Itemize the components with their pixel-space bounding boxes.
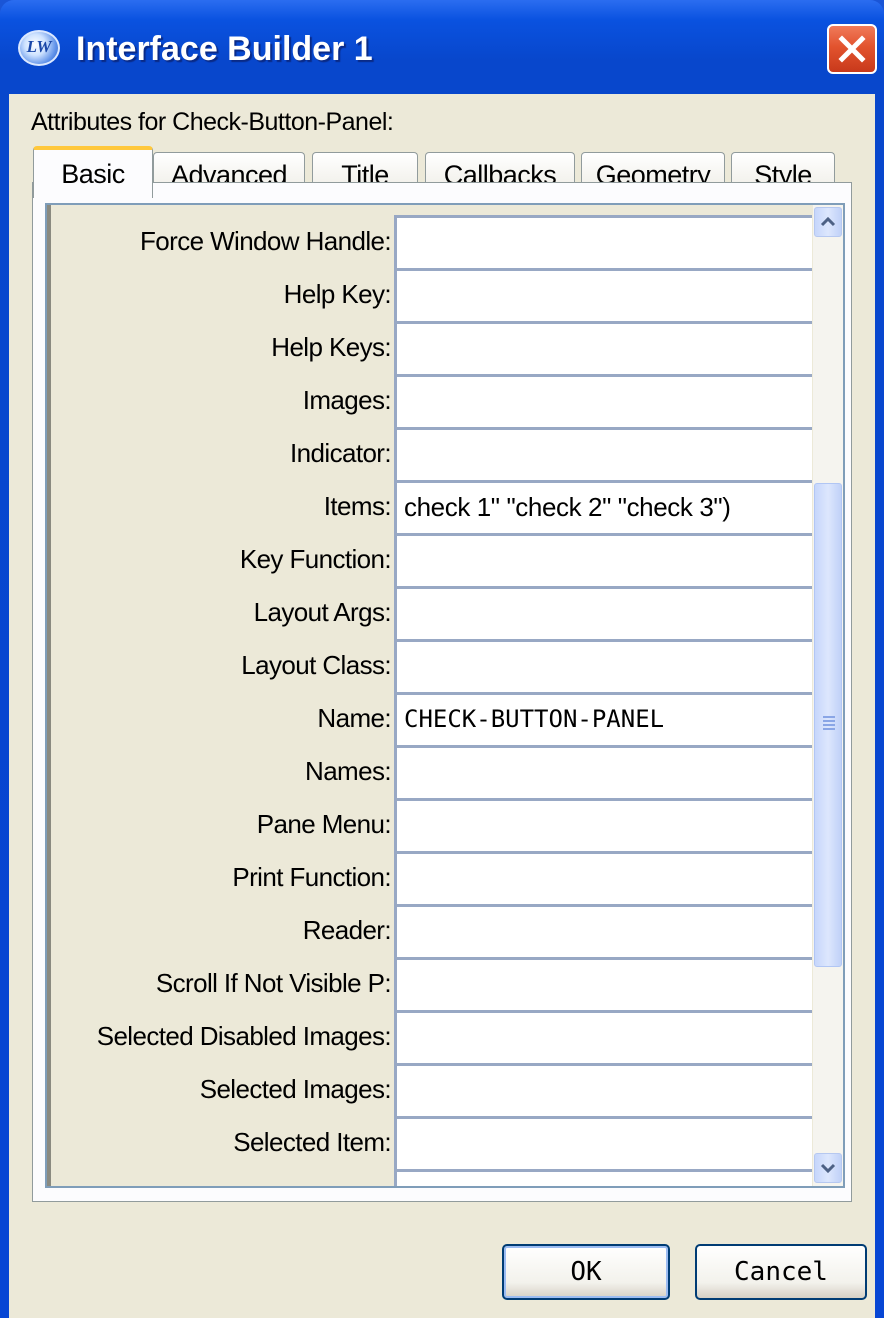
ok-button[interactable]: OK bbox=[502, 1244, 670, 1300]
attribute-value-field[interactable] bbox=[394, 374, 812, 427]
attribute-row-names: Names: bbox=[51, 745, 813, 798]
attribute-row-selected-disabled-images: Selected Disabled Images: bbox=[51, 1010, 813, 1063]
scroll-down-button[interactable] bbox=[814, 1153, 842, 1183]
attribute-label: Items: bbox=[323, 491, 392, 521]
attribute-value-field[interactable] bbox=[394, 215, 812, 268]
attribute-label: Help Keys: bbox=[271, 332, 391, 362]
attribute-value-field[interactable] bbox=[394, 798, 812, 851]
scroll-thumb[interactable] bbox=[814, 483, 842, 967]
attribute-value-field[interactable]: CHECK-BUTTON-PANEL bbox=[394, 692, 812, 745]
attribute-label: Print Function: bbox=[232, 862, 391, 892]
vertical-scrollbar[interactable] bbox=[813, 205, 843, 1186]
attribute-row-help-key: Help Key: bbox=[51, 268, 813, 321]
attribute-row-scroll-if-not-visible: Scroll If Not Visible P: bbox=[51, 957, 813, 1010]
dialog-window: LW Interface Builder 1 Attributes for Ch… bbox=[0, 0, 884, 1318]
attribute-label: Key Function: bbox=[239, 544, 392, 574]
attribute-row-layout-class: Layout Class: bbox=[51, 639, 813, 692]
attribute-row-selected-item: Selected Item: bbox=[51, 1116, 813, 1169]
attribute-label: Images: bbox=[302, 385, 392, 415]
attribute-value-field[interactable] bbox=[394, 639, 812, 692]
attribute-label: Pane Menu: bbox=[256, 809, 392, 839]
chevron-up-icon bbox=[820, 216, 836, 227]
attribute-value-field[interactable] bbox=[394, 1010, 812, 1063]
attribute-row-indicator: Indicator: bbox=[51, 427, 813, 480]
attribute-row-pane-menu: Pane Menu: bbox=[51, 798, 813, 851]
attribute-label: Layout Args: bbox=[253, 597, 392, 627]
window-title: Interface Builder 1 bbox=[76, 30, 373, 68]
attributes-list: Force Window Handle: Help Key: Help Keys… bbox=[45, 203, 845, 1188]
attribute-value-field[interactable] bbox=[394, 745, 812, 798]
attribute-label: Selected Disabled Images: bbox=[96, 1021, 392, 1051]
attribute-value-field[interactable] bbox=[394, 1063, 812, 1116]
attribute-row-images: Images: bbox=[51, 374, 813, 427]
attribute-value-field[interactable] bbox=[394, 533, 812, 586]
attribute-row-print-function: Print Function: bbox=[51, 851, 813, 904]
attribute-row-force-window-handle: Force Window Handle: bbox=[51, 215, 813, 268]
attribute-value-field[interactable]: check 1" "check 2" "check 3") bbox=[394, 480, 812, 533]
attribute-value-field[interactable] bbox=[394, 957, 812, 1010]
app-logo-icon: LW bbox=[18, 30, 60, 66]
dialog-body: Attributes for Check-Button-Panel: Basic… bbox=[9, 94, 875, 1318]
attribute-value-field[interactable] bbox=[394, 904, 812, 957]
tab-basic[interactable]: Basic bbox=[33, 146, 153, 198]
attribute-row-selected-images: Selected Images: bbox=[51, 1063, 813, 1116]
attribute-label: Help Key: bbox=[283, 279, 392, 309]
attribute-row-items: Items: check 1" "check 2" "check 3") bbox=[51, 480, 813, 533]
chevron-down-icon bbox=[820, 1163, 836, 1174]
close-button[interactable] bbox=[827, 24, 877, 74]
tab-label: Basic bbox=[61, 158, 125, 189]
attribute-value-field[interactable] bbox=[394, 1169, 812, 1186]
cancel-button[interactable]: Cancel bbox=[695, 1244, 867, 1300]
attribute-label: Layout Class: bbox=[241, 650, 391, 680]
close-icon bbox=[838, 35, 866, 63]
attribute-label: Indicator: bbox=[290, 438, 392, 468]
attribute-row-partial bbox=[51, 1169, 813, 1186]
attribute-value-field[interactable] bbox=[394, 427, 812, 480]
tab-panel-basic: Force Window Handle: Help Key: Help Keys… bbox=[32, 182, 852, 1202]
attribute-value-field[interactable] bbox=[394, 586, 812, 639]
attributes-rows: Force Window Handle: Help Key: Help Keys… bbox=[47, 205, 813, 1186]
attribute-row-reader: Reader: bbox=[51, 904, 813, 957]
attribute-value-field[interactable] bbox=[394, 268, 812, 321]
attribute-label: Reader: bbox=[302, 915, 392, 945]
attribute-label: Scroll If Not Visible P: bbox=[155, 968, 392, 998]
attribute-row-key-function: Key Function: bbox=[51, 533, 813, 586]
attribute-label: Force Window Handle: bbox=[140, 226, 392, 256]
title-bar[interactable]: LW Interface Builder 1 bbox=[0, 0, 884, 94]
attribute-row-help-keys: Help Keys: bbox=[51, 321, 813, 374]
attribute-value-field[interactable] bbox=[394, 321, 812, 374]
attribute-label: Selected Item: bbox=[233, 1127, 391, 1157]
scroll-grip-icon bbox=[823, 716, 835, 732]
attribute-label: Names: bbox=[305, 756, 392, 786]
attribute-label: Selected Images: bbox=[199, 1074, 392, 1104]
attribute-row-name: Name: CHECK-BUTTON-PANEL bbox=[51, 692, 813, 745]
attribute-label: Name: bbox=[317, 703, 391, 733]
attributes-heading: Attributes for Check-Button-Panel: bbox=[31, 108, 394, 136]
attribute-value-field[interactable] bbox=[394, 851, 812, 904]
attribute-value-field[interactable] bbox=[394, 1116, 812, 1169]
attribute-row-layout-args: Layout Args: bbox=[51, 586, 813, 639]
scroll-up-button[interactable] bbox=[814, 207, 842, 237]
